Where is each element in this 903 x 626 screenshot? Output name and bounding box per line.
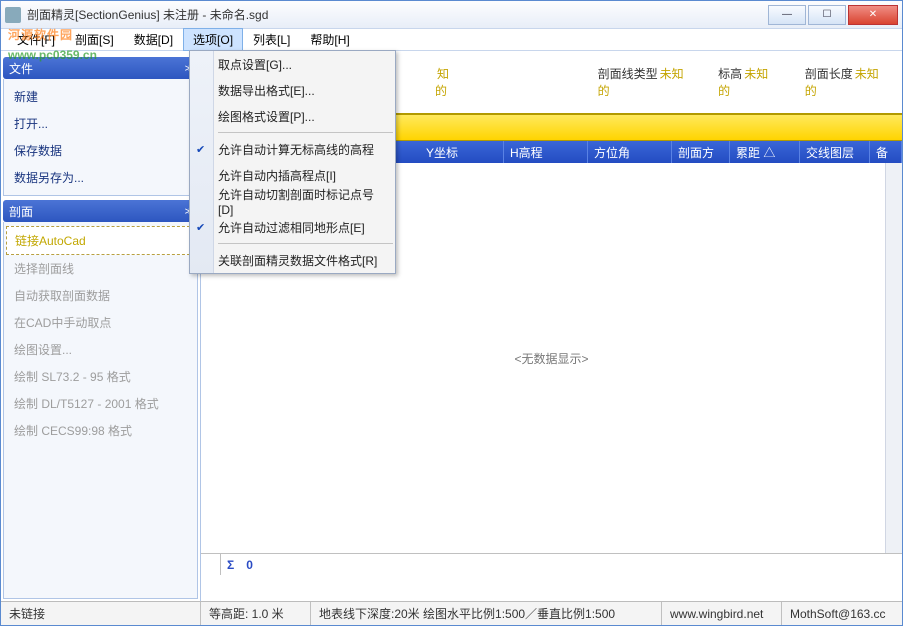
empty-message: <无数据显示> — [514, 350, 588, 367]
menubar: 文件[F] 剖面[S] 数据[D] 选项[O] 列表[L] 帮助[H] — [1, 29, 902, 51]
menu-file[interactable]: 文件[F] — [7, 28, 65, 51]
dd-auto-mark-point[interactable]: 允许自动切割剖面时标记点号[D] — [190, 188, 395, 214]
dd-auto-elevation[interactable]: 允许自动计算无标高线的高程 — [190, 136, 395, 162]
minimize-button[interactable]: — — [768, 5, 806, 25]
close-button[interactable]: ✕ — [848, 5, 898, 25]
col-remark[interactable]: 备 — [870, 141, 902, 163]
statusbar: 未链接 等高距: 1.0 米 地表线下深度:20米 绘图水平比例1:500／垂直… — [1, 601, 902, 625]
menu-section[interactable]: 剖面[S] — [65, 28, 124, 51]
sidebar-item-new[interactable]: 新建 — [6, 83, 195, 110]
sidebar-item-draw-settings[interactable]: 绘图设置... — [6, 336, 195, 363]
sidebar-item-save[interactable]: 保存数据 — [6, 137, 195, 164]
menu-list[interactable]: 列表[L] — [243, 28, 300, 51]
col-azimuth[interactable]: 方位角 — [588, 141, 672, 163]
sidebar-item-select-line[interactable]: 选择剖面线 — [6, 255, 195, 282]
info-hint: 知的 — [435, 67, 449, 98]
info-elev-label: 标高 — [718, 67, 742, 81]
col-h[interactable]: H高程 — [504, 141, 588, 163]
dd-auto-interpolate[interactable]: 允许自动内插高程点[I] — [190, 162, 395, 188]
col-distance[interactable]: 累距 △ — [730, 141, 800, 163]
sidebar-item-manual-point[interactable]: 在CAD中手动取点 — [6, 309, 195, 336]
col-direction[interactable]: 剖面方向 — [672, 141, 730, 163]
sidebar-item-saveas[interactable]: 数据另存为... — [6, 164, 195, 191]
titlebar: 剖面精灵[SectionGenius] 未注册 - 未命名.sgd — ☐ ✕ — [1, 1, 902, 29]
sidebar-item-draw-cecs99[interactable]: 绘制 CECS99:98 格式 — [6, 417, 195, 444]
window-title: 剖面精灵[SectionGenius] 未注册 - 未命名.sgd — [27, 6, 768, 23]
menu-options[interactable]: 选项[O] — [183, 28, 243, 51]
dd-associate-format[interactable]: 关联剖面精灵数据文件格式[R] — [190, 247, 395, 273]
sidebar: 文件 ≫ 新建 打开... 保存数据 数据另存为... 剖面 ≫ 链接AutoC… — [1, 51, 201, 601]
dd-separator — [218, 132, 393, 133]
dd-auto-filter[interactable]: 允许自动过滤相同地形点[E] — [190, 214, 395, 240]
sigma-symbol: Σ — [221, 558, 240, 572]
status-scale: 地表线下深度:20米 绘图水平比例1:500／垂直比例1:500 — [311, 602, 662, 625]
sidebar-group-section[interactable]: 剖面 ≫ — [3, 200, 198, 222]
sidebar-item-draw-sl73[interactable]: 绘制 SL73.2 - 95 格式 — [6, 363, 195, 390]
dd-draw-format[interactable]: 绘图格式设置[P]... — [190, 103, 395, 129]
col-layer[interactable]: 交线图层 — [800, 141, 870, 163]
scrollbar-vertical[interactable] — [885, 163, 902, 553]
sidebar-item-draw-dlt5127[interactable]: 绘制 DL/T5127 - 2001 格式 — [6, 390, 195, 417]
app-icon — [5, 7, 21, 23]
status-mail[interactable]: MothSoft@163.cc — [782, 602, 902, 625]
sidebar-item-auto-data[interactable]: 自动获取剖面数据 — [6, 282, 195, 309]
dd-export-format[interactable]: 数据导出格式[E]... — [190, 77, 395, 103]
status-contour: 等高距: 1.0 米 — [201, 602, 311, 625]
menu-help[interactable]: 帮助[H] — [300, 28, 359, 51]
options-dropdown: 取点设置[G]... 数据导出格式[E]... 绘图格式设置[P]... 允许自… — [189, 50, 396, 274]
info-len-label: 剖面长度 — [805, 67, 853, 81]
sigma-value: 0 — [240, 558, 259, 572]
sidebar-group-title: 剖面 — [9, 203, 33, 220]
col-y[interactable]: Y坐标 — [420, 141, 504, 163]
sidebar-group-file[interactable]: 文件 ≫ — [3, 57, 198, 79]
status-url[interactable]: www.wingbird.net — [662, 602, 782, 625]
status-link: 未链接 — [1, 602, 201, 625]
sidebar-item-open[interactable]: 打开... — [6, 110, 195, 137]
menu-data[interactable]: 数据[D] — [124, 28, 183, 51]
dd-point-settings[interactable]: 取点设置[G]... — [190, 51, 395, 77]
maximize-button[interactable]: ☐ — [808, 5, 846, 25]
sidebar-group-title: 文件 — [9, 60, 33, 77]
sigma-row: Σ 0 — [201, 553, 902, 575]
info-type-label: 剖面线类型 — [598, 67, 658, 81]
dd-separator — [218, 243, 393, 244]
sidebar-item-link-autocad[interactable]: 链接AutoCad — [6, 226, 195, 255]
